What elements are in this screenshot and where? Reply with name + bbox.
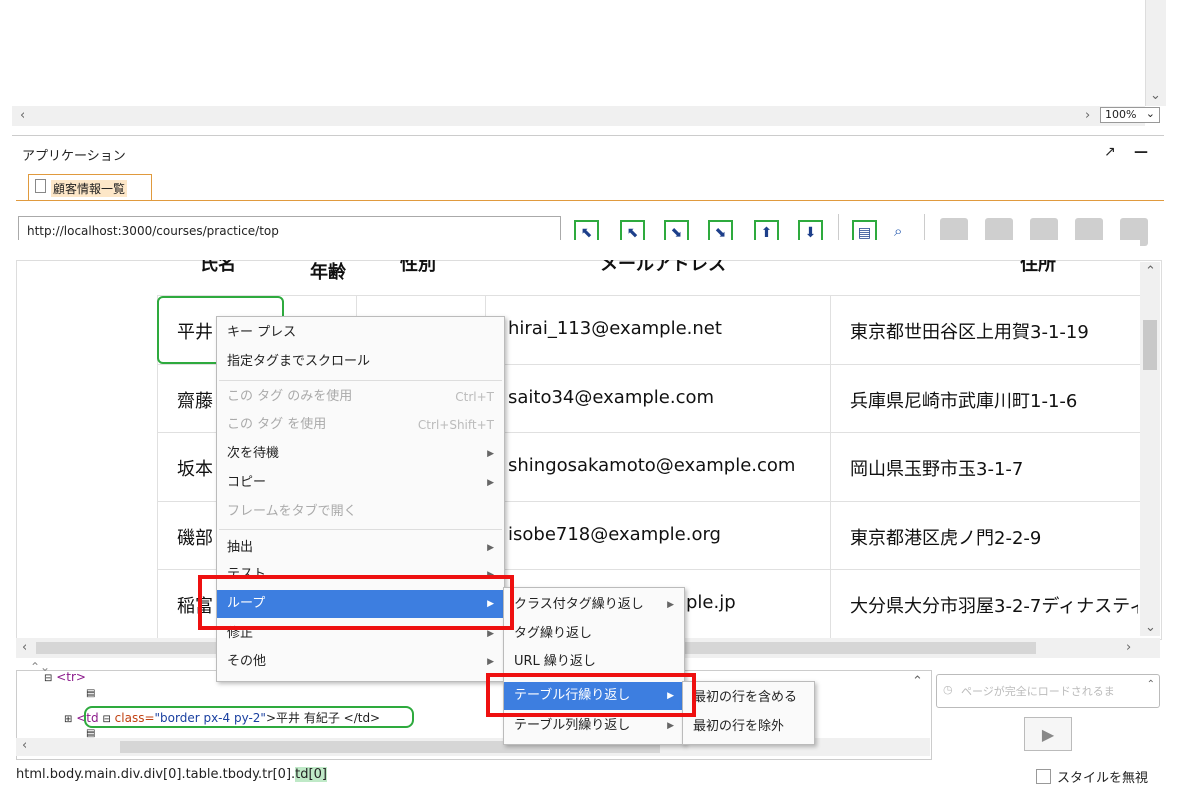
annotation-box-table-row (486, 673, 696, 717)
table-cell-name[interactable]: 坂本 (177, 455, 213, 481)
tab-customer-list[interactable]: 顧客情報一覧 (28, 174, 152, 200)
element-path: html.body.main.div.div[0].table.tbody.tr… (16, 767, 327, 782)
menu-item-exclude-first-row[interactable]: 最初の行を除外 (683, 713, 814, 741)
menu-item-use-this-tag[interactable]: この タグ を使用 Ctrl+Shift+T (217, 411, 504, 439)
table-cell-address[interactable]: 東京都港区虎ノ門2-2-9 (850, 524, 1041, 550)
menu-item-include-first-row[interactable]: 最初の行を含める (683, 684, 814, 712)
minimize-icon[interactable]: — (1134, 144, 1148, 160)
text-node-icon: ▤ (86, 688, 96, 699)
panel-title: アプリケーション (22, 149, 126, 164)
menu-item-use-this-tag-only[interactable]: この タグ のみを使用 Ctrl+T (217, 383, 504, 411)
header-age: 年齢 (310, 262, 346, 283)
divider (12, 135, 1164, 136)
scroll-right-icon[interactable]: › (1085, 108, 1090, 123)
spinner-icon[interactable]: ⌃ (1147, 679, 1155, 690)
zoom-select[interactable]: 100% ⌄ (1100, 107, 1160, 123)
scroll-up-icon[interactable]: ⌃ (1145, 264, 1156, 279)
table-cell-email[interactable]: saito34@example.com (508, 387, 714, 408)
expand-icon[interactable]: ⊞ (64, 714, 72, 725)
col-border (830, 295, 831, 638)
menu-item-copy[interactable]: コピー ▶ (217, 469, 504, 497)
scroll-left-icon[interactable]: ‹ (22, 640, 27, 655)
checkbox-icon[interactable] (1036, 769, 1051, 784)
wait-placeholder: ページが完全にロードされるま (961, 685, 1115, 698)
loop-submenu: クラス付タグ繰り返し ▶ タグ繰り返し URL 繰り返し テーブル行繰り返し ▶ テ… (503, 587, 685, 745)
run-button[interactable]: ▶ (1024, 717, 1072, 751)
scroll-thumb[interactable] (1143, 320, 1157, 370)
tab-underline (16, 200, 1164, 201)
scroll-left-icon[interactable]: ‹ (22, 738, 27, 753)
wait-condition-field[interactable]: ◷ ページが完全にロードされるま ⌃ (936, 674, 1160, 708)
browser-vertical-scrollbar[interactable] (1140, 262, 1160, 636)
dom-node-tr[interactable]: ⊟ <tr> (44, 670, 86, 684)
header-mask (16, 240, 1140, 260)
table-cell-email[interactable]: isobe718@example.org (508, 524, 721, 545)
scroll-down-icon[interactable]: ⌄ (1150, 88, 1161, 103)
table-cell-address[interactable]: 岡山県玉野市玉3-1-7 (850, 455, 1023, 481)
scroll-down-icon[interactable]: ⌄ (1145, 620, 1156, 635)
table-cell-email[interactable]: hirai_113@example.net (508, 318, 722, 339)
table-row-submenu: 最初の行を含める 最初の行を除外 (682, 681, 815, 745)
search-icon[interactable]: ⌕ (894, 222, 902, 240)
menu-item-open-frame-in-tab[interactable]: フレームをタブで開く (217, 498, 504, 526)
menu-item-class-tag-repeat[interactable]: クラス付タグ繰り返し ▶ (504, 591, 684, 619)
menu-item-tag-repeat[interactable]: タグ繰り返し (504, 620, 684, 648)
menu-item-wait-next[interactable]: 次を待機 ▶ (217, 440, 504, 468)
annotation-box-loop (198, 575, 514, 630)
dom-selection-highlight (84, 706, 414, 728)
preview-horizontal-scrollbar[interactable] (12, 106, 1145, 126)
table-cell-address[interactable]: 兵庫県尼崎市武庫川町1-1-6 (850, 387, 1077, 413)
table-cell-address[interactable]: 大分県大分市羽屋3-2-7ディナスティ (850, 592, 1138, 618)
table-cell-name[interactable]: 齋藤 (177, 387, 213, 413)
menu-item-extract[interactable]: 抽出 ▶ (217, 534, 504, 562)
ignore-style-checkbox[interactable]: スタイルを無視 (1036, 767, 1148, 786)
menu-item-other[interactable]: その他 ▶ (217, 648, 504, 676)
table-cell-name[interactable]: 磯部 (177, 524, 213, 550)
page-icon (35, 179, 46, 193)
menu-item-key-press[interactable]: キー プレス (217, 319, 504, 347)
clock-icon: ◷ (943, 683, 953, 696)
table-cell-address[interactable]: 東京都世田谷区上用賀3-1-19 (850, 318, 1089, 344)
menu-item-url-repeat[interactable]: URL 繰り返し (504, 648, 684, 676)
scroll-up-icon[interactable]: ⌃ (912, 674, 923, 689)
scroll-left-icon[interactable]: ‹ (20, 108, 25, 123)
scroll-right-icon[interactable]: › (1126, 640, 1131, 655)
row-border (157, 295, 1140, 296)
menu-item-scroll-to-tag[interactable]: 指定タグまでスクロール (217, 348, 504, 376)
popout-icon[interactable]: ↗ (1104, 144, 1116, 160)
tab-label: 顧客情報一覧 (51, 180, 128, 197)
page-preview (12, 0, 1146, 106)
table-cell-email[interactable]: ple.jp (686, 592, 736, 613)
table-cell-email[interactable]: shingosakamoto@example.com (508, 455, 795, 476)
